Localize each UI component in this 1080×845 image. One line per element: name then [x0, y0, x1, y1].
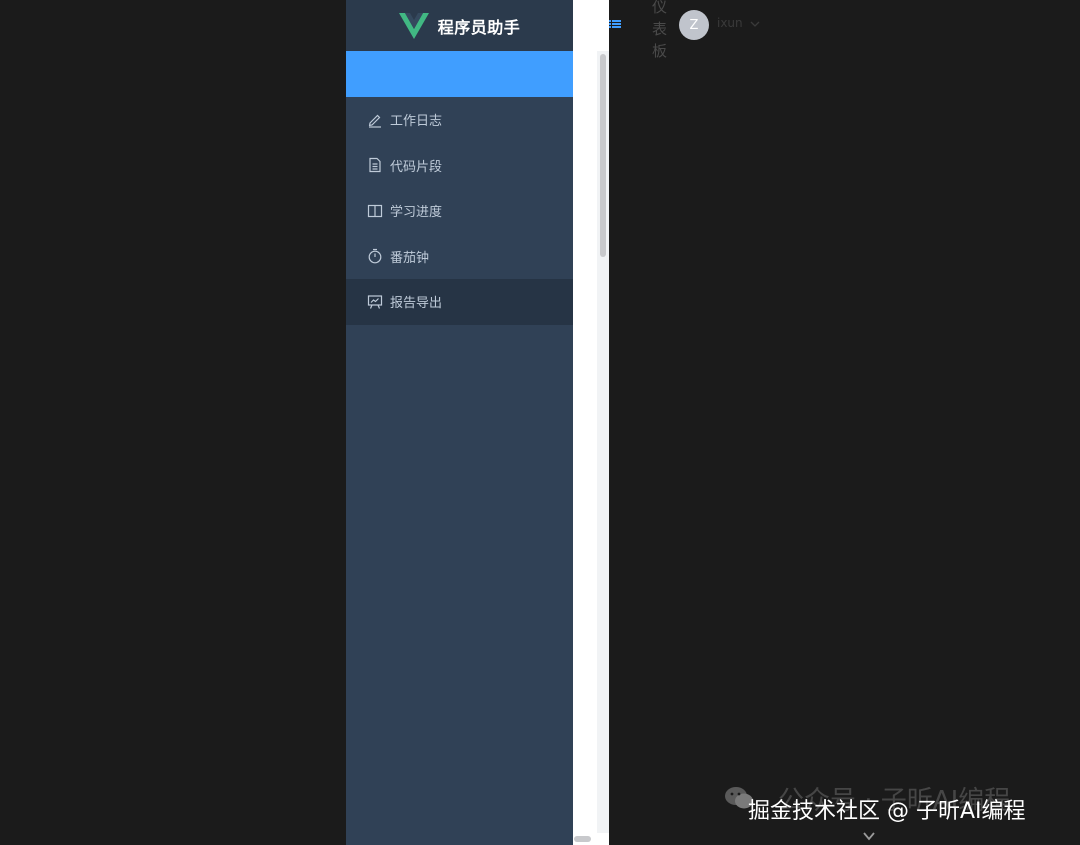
sidebar: 程序员助手 工作日志 代码片段 学习进度 番茄钟 报告导出: [346, 0, 573, 845]
sidebar-item-report-export[interactable]: 报告导出: [346, 279, 573, 325]
menu-toggle-icon[interactable]: [609, 18, 621, 30]
sidebar-item-label: 报告导出: [390, 296, 443, 312]
horizontal-scrollbar-thumb[interactable]: [574, 836, 591, 842]
app-title: 程序员助手: [437, 17, 521, 37]
avatar[interactable]: Z: [679, 10, 709, 40]
sidebar-item-pomodoro[interactable]: 番茄钟: [346, 234, 573, 280]
sidebar-item-learning-progress[interactable]: 学习进度: [346, 188, 573, 234]
content-scroll-area: [573, 0, 609, 845]
sidebar-item-work-log[interactable]: 工作日志: [346, 97, 573, 143]
page-title: 仪表板: [652, 0, 668, 60]
document-icon: [367, 157, 383, 173]
screen: 程序员助手 工作日志 代码片段 学习进度 番茄钟 报告导出 仪表板 Z ixun…: [0, 0, 1080, 845]
timer-icon: [367, 248, 383, 264]
sidebar-item-label: 代码片段: [390, 159, 443, 175]
sidebar-item-active[interactable]: [346, 51, 573, 97]
username[interactable]: ixun: [717, 16, 743, 30]
sidebar-item-label: 番茄钟: [390, 250, 430, 266]
vertical-scrollbar-track[interactable]: [597, 51, 609, 833]
book-icon: [367, 203, 383, 219]
presentation-icon: [367, 294, 383, 310]
brand-header[interactable]: 程序员助手: [346, 0, 573, 51]
sidebar-item-label: 学习进度: [390, 205, 443, 221]
sidebar-item-code-snippets[interactable]: 代码片段: [346, 143, 573, 189]
vertical-scrollbar-thumb[interactable]: [600, 54, 606, 257]
watermark-text: 掘金技术社区 @ 子昕AI编程: [748, 799, 1026, 824]
sidebar-item-label: 工作日志: [390, 114, 443, 130]
edit-icon: [367, 112, 383, 128]
chevron-down-icon: [863, 832, 875, 841]
chevron-down-icon[interactable]: [749, 19, 761, 29]
vue-logo-icon: [398, 12, 429, 39]
